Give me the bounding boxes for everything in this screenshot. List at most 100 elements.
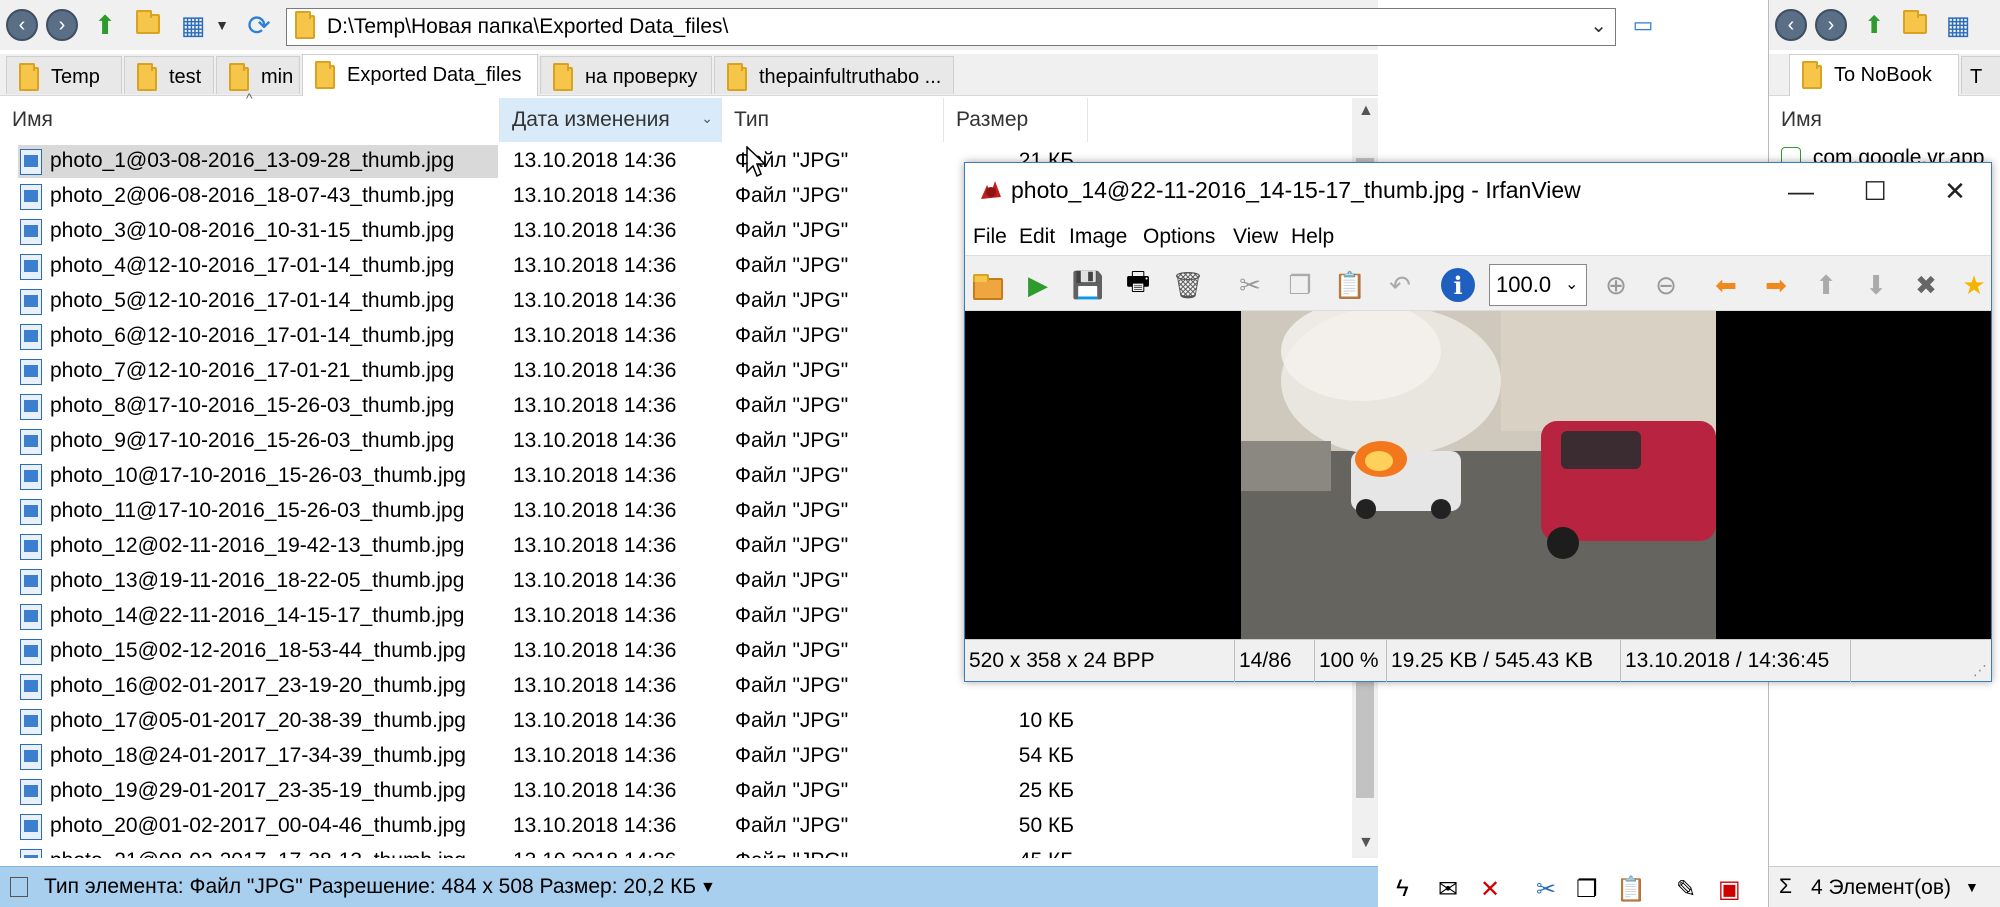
cut-icon[interactable]: ✂	[1536, 875, 1556, 904]
tab-truncated[interactable]: T	[1961, 56, 2000, 94]
table-row[interactable]: photo_19@29-01-2017_23-35-19_thumb.jpg 13…	[0, 774, 1352, 809]
folder-icon	[727, 63, 747, 91]
back-icon[interactable]: ‹	[1775, 9, 1807, 41]
forward-icon[interactable]: ›	[46, 9, 78, 41]
tab-min[interactable]: min	[216, 56, 300, 94]
tools-icon[interactable]: ✖	[1907, 266, 1945, 304]
zoom-chevron-icon[interactable]: ⌄	[1565, 274, 1578, 294]
menu-image[interactable]: Image	[1069, 225, 1127, 249]
menu-file[interactable]: File	[973, 225, 1007, 249]
star-icon[interactable]: ★	[1955, 266, 1993, 304]
image-canvas[interactable]	[965, 311, 1991, 639]
zoom-in-icon[interactable]: ⊕	[1597, 266, 1635, 304]
file-type: Файл "JPG"	[735, 219, 849, 242]
tab-temp[interactable]: Temp	[6, 56, 122, 94]
copy-icon[interactable]: ❐	[1281, 266, 1319, 304]
status-dropdown-icon[interactable]: ▼	[700, 879, 716, 897]
save-icon[interactable]: 💾	[1069, 266, 1107, 304]
jpg-file-icon	[20, 534, 42, 560]
tab-test[interactable]: test	[124, 56, 214, 94]
last-arrow-icon[interactable]: ⬇	[1857, 266, 1895, 304]
delete-icon[interactable]: 🗑	[1169, 266, 1207, 304]
cut-icon[interactable]: ✂	[1231, 266, 1269, 304]
tab-to-nobook[interactable]: To NoBook	[1789, 54, 1959, 96]
delete-icon[interactable]: ✕	[1480, 875, 1500, 904]
file-name: photo_12@02-11-2016_19-42-13_thumb.jpg	[50, 534, 465, 557]
resize-grip-icon[interactable]: ⋰	[1973, 662, 1987, 679]
view-dropdown-icon[interactable]: ▼	[212, 10, 232, 40]
monitor-icon[interactable]: ▭	[1626, 10, 1660, 40]
folder-icon	[295, 11, 315, 39]
print-icon[interactable]: 🖶	[1119, 266, 1157, 304]
info-icon[interactable]: i	[1439, 266, 1477, 304]
chevron-down-icon[interactable]: ⌄	[1590, 13, 1607, 38]
next-arrow-icon[interactable]: ➡	[1757, 266, 1795, 304]
undo-icon[interactable]: ↶	[1381, 266, 1419, 304]
menu-view[interactable]: View	[1233, 225, 1278, 249]
jpg-file-icon	[20, 464, 42, 490]
maximize-button[interactable]: ☐	[1845, 171, 1905, 211]
rename-icon[interactable]: ✎	[1676, 875, 1696, 904]
file-name: photo_17@05-01-2017_20-38-39_thumb.jpg	[50, 709, 466, 732]
forward-icon[interactable]: ›	[1815, 9, 1847, 41]
file-type: Файл "JPG"	[735, 709, 849, 732]
right-tab-bar: To NoBook T	[1769, 54, 2000, 96]
lightning-icon[interactable]: ϟ	[1396, 875, 1409, 903]
file-date: 13.10.2018 14:36	[513, 394, 677, 417]
sort-chevron-icon[interactable]: ⌄	[701, 110, 713, 127]
file-type: Файл "JPG"	[735, 604, 849, 627]
menu-edit[interactable]: Edit	[1019, 225, 1055, 249]
paste-icon[interactable]: 📋	[1616, 875, 1646, 904]
address-bar[interactable]: D:\Temp\Новая папка\Exported Data_files\…	[286, 8, 1616, 46]
up-folder-icon[interactable]: ⬆	[1859, 8, 1889, 42]
file-date: 13.10.2018 14:36	[513, 464, 677, 487]
scroll-down-icon[interactable]: ▼	[1358, 834, 1374, 852]
properties-icon[interactable]: ▣	[1718, 875, 1741, 904]
minimize-button[interactable]: —	[1771, 171, 1831, 211]
menu-help[interactable]: Help	[1291, 225, 1334, 249]
tab-na-proverku[interactable]: на проверку	[540, 56, 712, 94]
right-column-name[interactable]: Имя	[1781, 108, 1822, 132]
table-row[interactable]: photo_17@05-01-2017_20-38-39_thumb.jpg 13…	[0, 704, 1352, 739]
refresh-icon[interactable]: ⟳	[242, 8, 276, 42]
file-date: 13.10.2018 14:36	[513, 534, 677, 557]
column-size[interactable]: Размер	[944, 98, 1088, 142]
file-date: 13.10.2018 14:36	[513, 219, 677, 242]
photo-street-car-fire	[1241, 311, 1716, 639]
title-bar[interactable]: photo_14@22-11-2016_14-15-17_thumb.jpg -…	[965, 163, 1991, 219]
new-folder-icon[interactable]	[132, 8, 166, 42]
menu-options[interactable]: Options	[1143, 225, 1215, 249]
up-folder-icon[interactable]: ⬆	[88, 8, 122, 42]
status-dropdown-icon[interactable]: ▼	[1965, 879, 1979, 895]
file-date: 13.10.2018 14:36	[513, 744, 677, 767]
paste-icon[interactable]: 📋	[1331, 266, 1369, 304]
status-bar: Тип элемента: Файл "JPG" Разрешение: 484…	[0, 866, 1741, 907]
table-row[interactable]: photo_18@24-01-2017_17-34-39_thumb.jpg 13…	[0, 739, 1352, 774]
tab-exported-data-files[interactable]: Exported Data_files	[302, 54, 538, 96]
image-toolbar: ▶ 💾 🖶 🗑 ✂ ❐ 📋 ↶ i 100.0 ⌄ ⊕ ⊖ ⬅ ➡ ⬆ ⬇ ✖ …	[965, 255, 1991, 311]
table-row[interactable]: photo_20@01-02-2017_00-04-46_thumb.jpg 13…	[0, 809, 1352, 844]
file-size: 10 КБ	[1018, 709, 1074, 732]
column-type[interactable]: Тип	[722, 98, 944, 142]
file-date: 13.10.2018 14:36	[513, 149, 677, 172]
back-icon[interactable]: ‹	[6, 9, 38, 41]
new-folder-icon[interactable]	[1899, 8, 1933, 42]
previous-arrow-icon[interactable]: ⬅	[1707, 266, 1745, 304]
close-button[interactable]: ✕	[1925, 171, 1985, 211]
first-arrow-icon[interactable]: ⬆	[1807, 266, 1845, 304]
tab-thepainfultruth[interactable]: thepainfultruthabo ...	[714, 56, 954, 94]
file-name: photo_13@19-11-2016_18-22-05_thumb.jpg	[50, 569, 465, 592]
irfanview-window[interactable]: photo_14@22-11-2016_14-15-17_thumb.jpg -…	[964, 162, 1992, 682]
zoom-out-icon[interactable]: ⊖	[1647, 266, 1685, 304]
open-folder-icon[interactable]	[969, 266, 1007, 304]
column-date[interactable]: Дата изменения ⌄	[500, 98, 722, 142]
view-grid-icon[interactable]: ▦	[1941, 8, 1975, 42]
slideshow-icon[interactable]: ▶	[1019, 266, 1057, 304]
scroll-up-icon[interactable]: ▲	[1358, 102, 1374, 120]
file-date: 13.10.2018 14:36	[513, 324, 677, 347]
table-row[interactable]: photo_21@08-02-2017_17-38-13_thumb.jpg 13…	[0, 844, 1352, 858]
copy-icon[interactable]: ❐	[1576, 875, 1598, 904]
envelope-icon[interactable]: ✉	[1438, 875, 1458, 904]
file-type: Файл "JPG"	[735, 779, 849, 802]
view-grid-icon[interactable]: ▦	[176, 8, 210, 42]
